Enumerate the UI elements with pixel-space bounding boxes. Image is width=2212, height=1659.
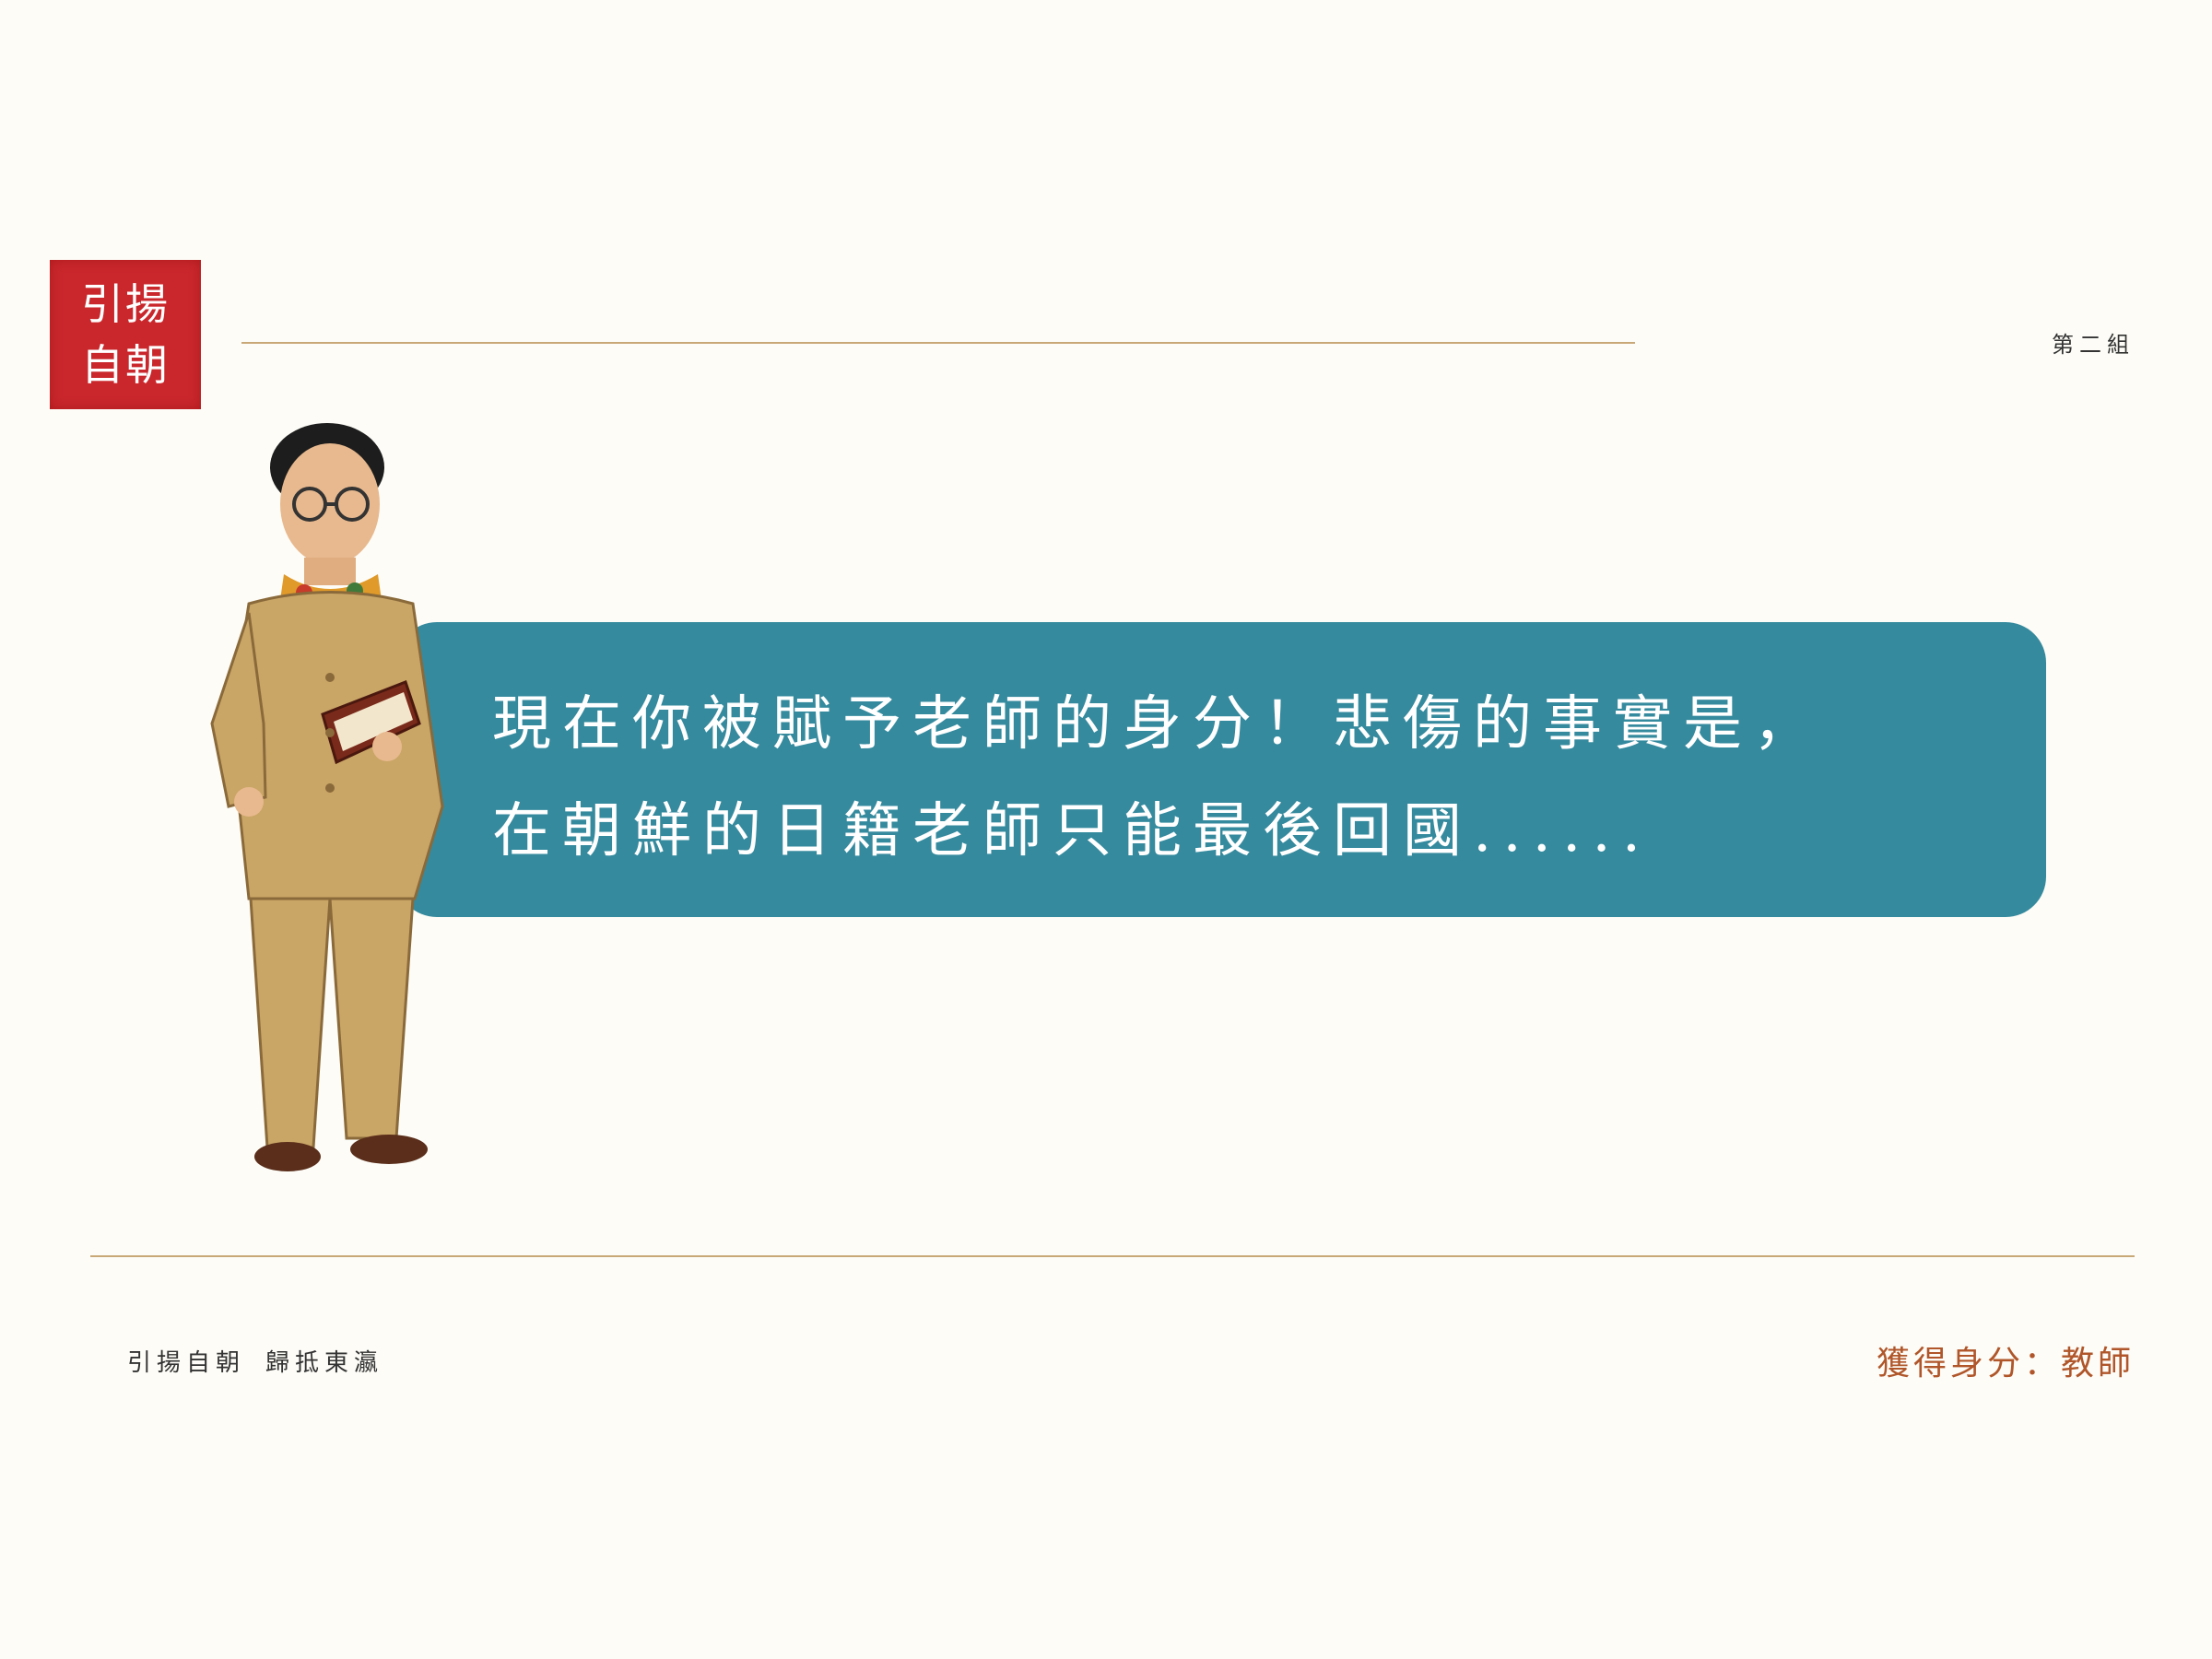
bubble-line-2: 在朝鮮的日籍老師只能最後回國...... [492, 797, 1653, 865]
footer-title-b: 歸抵東瀛 [265, 1349, 384, 1377]
seal-line-2: 自朝 [81, 340, 170, 390]
header-divider [241, 342, 1635, 344]
footer-divider [90, 1255, 2135, 1257]
bubble-line-1: 現在你被賦予老師的身分！悲傷的事實是， [492, 690, 1823, 759]
footer-title: 引揚自朝 歸抵東瀛 [127, 1344, 383, 1378]
footer-title-a: 引揚自朝 [127, 1349, 246, 1377]
seal-line-1: 引揚 [81, 279, 170, 329]
logo-seal: 引揚 自朝 [50, 260, 201, 409]
teacher-illustration [210, 423, 444, 1171]
identity-label: 獲得身分：教師 [1876, 1345, 2135, 1382]
group-label: 第二組 [2052, 332, 2135, 358]
bubble-text: 現在你被賦予老師的身分！悲傷的事實是， 在朝鮮的日籍老師只能最後回國...... [492, 671, 2022, 885]
